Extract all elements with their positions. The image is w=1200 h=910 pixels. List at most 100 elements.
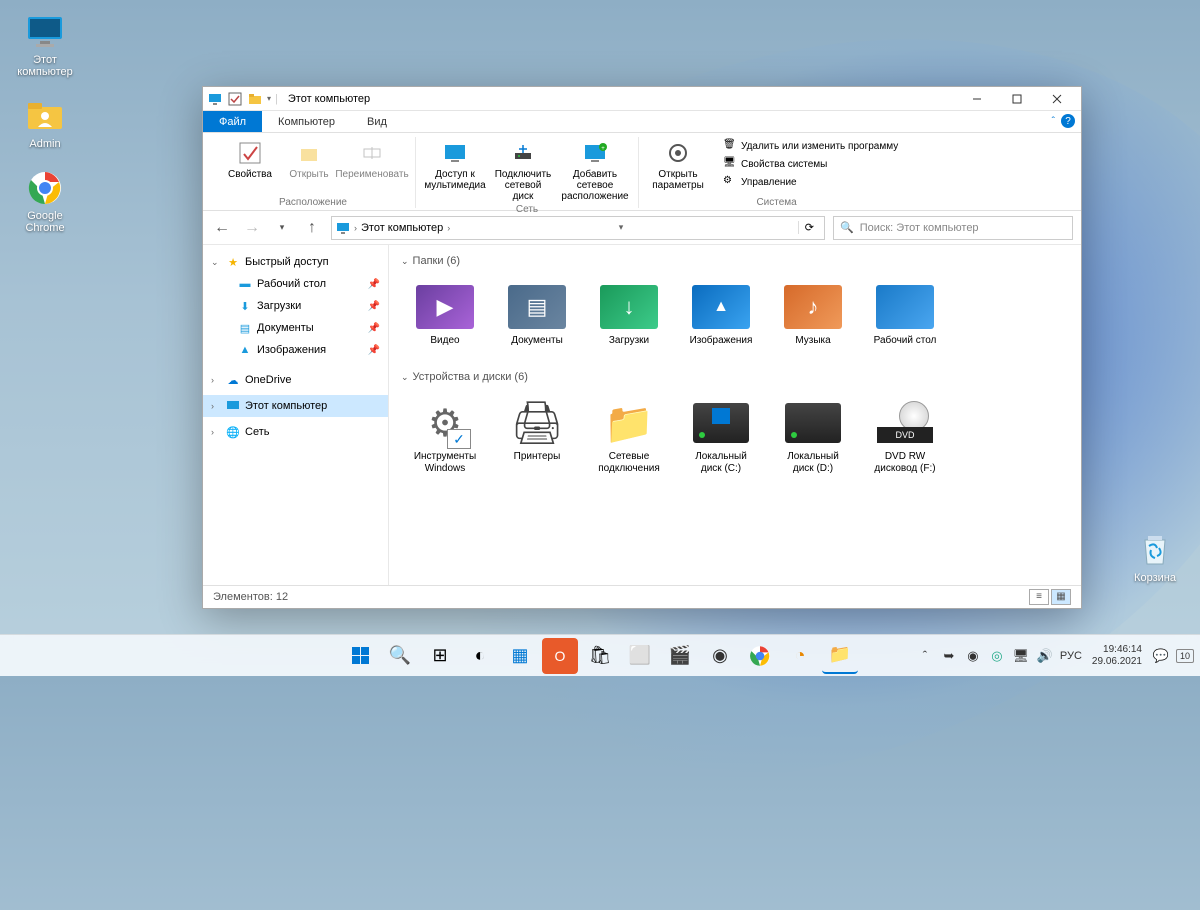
ribbon-media-access-button[interactable]: Доступ к мультимедиа: [424, 137, 486, 193]
nav-network[interactable]: ›🌐Сеть: [203, 421, 388, 443]
tray-app-icon[interactable]: ◎: [988, 647, 1006, 665]
ribbon-system-props-button[interactable]: 🖥Свойства системы: [719, 155, 902, 173]
nav-this-pc[interactable]: ›Этот компьютер: [203, 395, 388, 417]
desktop-chrome-label: Google Chrome: [8, 210, 82, 234]
desktop-recycle-bin-icon[interactable]: Корзина: [1118, 530, 1192, 584]
ribbon-rename-button[interactable]: Переименовать: [337, 137, 407, 182]
desktop-chrome-icon[interactable]: Google Chrome: [8, 168, 82, 234]
nav-back-button[interactable]: ←: [211, 217, 233, 239]
tray-clock[interactable]: 19:46:14 29.06.2021: [1088, 644, 1146, 668]
tray-language[interactable]: РУС: [1060, 650, 1082, 662]
network-icon: 🌐: [225, 424, 241, 440]
device-printers[interactable]: 🖨Принтеры: [497, 395, 577, 479]
taskbar-steam-button[interactable]: ◉: [702, 638, 738, 674]
refresh-button[interactable]: ⟳: [798, 221, 820, 234]
start-button[interactable]: [342, 638, 378, 674]
device-disk-d[interactable]: Локальный диск (D:): [773, 395, 853, 479]
taskbar-app-button[interactable]: O: [542, 638, 578, 674]
device-windows-tools[interactable]: ⚙✓Инструменты Windows: [405, 395, 485, 479]
ribbon-open-settings-button[interactable]: Открыть параметры: [647, 137, 709, 193]
ribbon-manage-button[interactable]: ⚙Управление: [719, 173, 902, 191]
ribbon-map-drive-button[interactable]: Подключить сетевой диск: [492, 137, 554, 204]
qat-folder-icon[interactable]: [247, 91, 263, 107]
system-tray: ˆ ➥ ◉ ◎ 🖥 🔊 РУС 19:46:14 29.06.2021 💬 10: [916, 644, 1194, 668]
taskbar-app-button[interactable]: ⬜: [622, 638, 658, 674]
nav-onedrive[interactable]: ›☁OneDrive: [203, 369, 388, 391]
tray-app-icon[interactable]: ➥: [940, 647, 958, 665]
pin-icon: 📌: [368, 301, 380, 312]
nav-desktop[interactable]: ▬Рабочий стол📌: [203, 273, 388, 295]
view-details-button[interactable]: ≡: [1029, 589, 1049, 605]
qat-dropdown-icon[interactable]: ▾: [267, 94, 271, 103]
help-icon[interactable]: ?: [1061, 114, 1075, 128]
desktop-this-pc-label: Этот компьютер: [8, 54, 82, 78]
search-box[interactable]: 🔍 Поиск: Этот компьютер: [833, 216, 1073, 240]
maximize-button[interactable]: [997, 88, 1037, 110]
taskbar-app-button[interactable]: ▦: [502, 638, 538, 674]
minimize-button[interactable]: [957, 88, 997, 110]
device-disk-c[interactable]: Локальный диск (C:): [681, 395, 761, 479]
nav-up-button[interactable]: ↑: [301, 217, 323, 239]
ribbon-open-button[interactable]: Открыть: [287, 137, 331, 182]
close-button[interactable]: [1037, 88, 1077, 110]
section-folders-header[interactable]: ⌄Папки (6): [401, 251, 1069, 271]
nav-pictures[interactable]: ▲Изображения📌: [203, 339, 388, 361]
nav-downloads[interactable]: ⬇Загрузки📌: [203, 295, 388, 317]
explorer-window: ▾ | Этот компьютер Файл Компьютер Вид ˆ …: [202, 86, 1082, 609]
ribbon-collapse-icon[interactable]: ˆ: [1052, 116, 1055, 127]
taskbar-app-button[interactable]: 🎬: [662, 638, 698, 674]
nav-history-dropdown[interactable]: ▾: [271, 217, 293, 239]
search-icon: 🔍: [840, 221, 854, 234]
taskbar-taskview-button[interactable]: ⊞: [422, 638, 458, 674]
taskbar-search-button[interactable]: 🔍: [382, 638, 418, 674]
nav-forward-button[interactable]: →: [241, 217, 263, 239]
taskbar-explorer-button[interactable]: 📁: [822, 638, 858, 674]
desktop-admin-icon[interactable]: Admin: [8, 96, 82, 150]
tray-network-icon[interactable]: 🖥: [1012, 647, 1030, 665]
tab-view[interactable]: Вид: [351, 111, 403, 132]
ribbon-uninstall-button[interactable]: 🗑Удалить или изменить программу: [719, 137, 902, 155]
tray-notifications-button[interactable]: 💬: [1152, 647, 1170, 665]
tray-volume-icon[interactable]: 🔊: [1036, 647, 1054, 665]
view-icons-button[interactable]: ▦: [1051, 589, 1071, 605]
nav-quick-access[interactable]: ⌄★Быстрый доступ: [203, 251, 388, 273]
folder-desktop[interactable]: Рабочий стол: [865, 279, 945, 351]
tray-steam-icon[interactable]: ◉: [964, 647, 982, 665]
folder-music[interactable]: Музыка: [773, 279, 853, 351]
taskbar-store-button[interactable]: 🛍: [582, 638, 618, 674]
section-devices-header[interactable]: ⌄Устройства и диски (6): [401, 367, 1069, 387]
taskbar-app-button[interactable]: ◔: [782, 638, 818, 674]
folder-video[interactable]: Видео: [405, 279, 485, 351]
folder-documents[interactable]: Документы: [497, 279, 577, 351]
taskbar-chrome-button[interactable]: [742, 638, 778, 674]
tray-overflow-button[interactable]: ˆ: [916, 647, 934, 665]
breadcrumb-this-pc[interactable]: Этот компьютер: [361, 222, 443, 234]
manage-icon: ⚙: [723, 175, 737, 189]
nav-documents[interactable]: ▤Документы📌: [203, 317, 388, 339]
tray-notification-count[interactable]: 10: [1176, 649, 1194, 663]
desktop-recycle-label: Корзина: [1134, 572, 1176, 584]
documents-small-icon: ▤: [237, 320, 253, 336]
address-bar-row: ← → ▾ ↑ › Этот компьютер › ▾ ⟳ 🔍 Поиск: …: [203, 211, 1081, 245]
folder-pictures[interactable]: Изображения: [681, 279, 761, 351]
ribbon-add-netloc-button[interactable]: + Добавить сетевое расположение: [560, 137, 630, 204]
desktop-icon-column: Этот компьютер Admin Google Chrome: [8, 12, 82, 234]
folder-downloads[interactable]: Загрузки: [589, 279, 669, 351]
device-network-connections[interactable]: 📁Сетевые подключения: [589, 395, 669, 479]
ribbon-properties-button[interactable]: Свойства: [219, 137, 281, 182]
address-bar[interactable]: › Этот компьютер › ▾ ⟳: [331, 216, 825, 240]
nav-pane: ⌄★Быстрый доступ ▬Рабочий стол📌 ⬇Загрузк…: [203, 245, 389, 585]
status-item-count: Элементов: 12: [213, 591, 288, 603]
pin-icon: 📌: [368, 345, 380, 356]
address-dropdown-icon[interactable]: ▾: [619, 222, 630, 233]
taskbar-widgets-button[interactable]: ◐: [462, 638, 498, 674]
desktop-this-pc-icon[interactable]: Этот компьютер: [8, 12, 82, 78]
settings-icon: [664, 139, 692, 167]
qat-properties-icon[interactable]: [227, 91, 243, 107]
qat-pc-icon: [207, 91, 223, 107]
titlebar[interactable]: ▾ | Этот компьютер: [203, 87, 1081, 111]
device-dvd[interactable]: DVDDVD RW дисковод (F:): [865, 395, 945, 479]
add-location-icon: +: [581, 139, 609, 167]
tab-computer[interactable]: Компьютер: [262, 111, 351, 132]
tab-file[interactable]: Файл: [203, 111, 262, 132]
